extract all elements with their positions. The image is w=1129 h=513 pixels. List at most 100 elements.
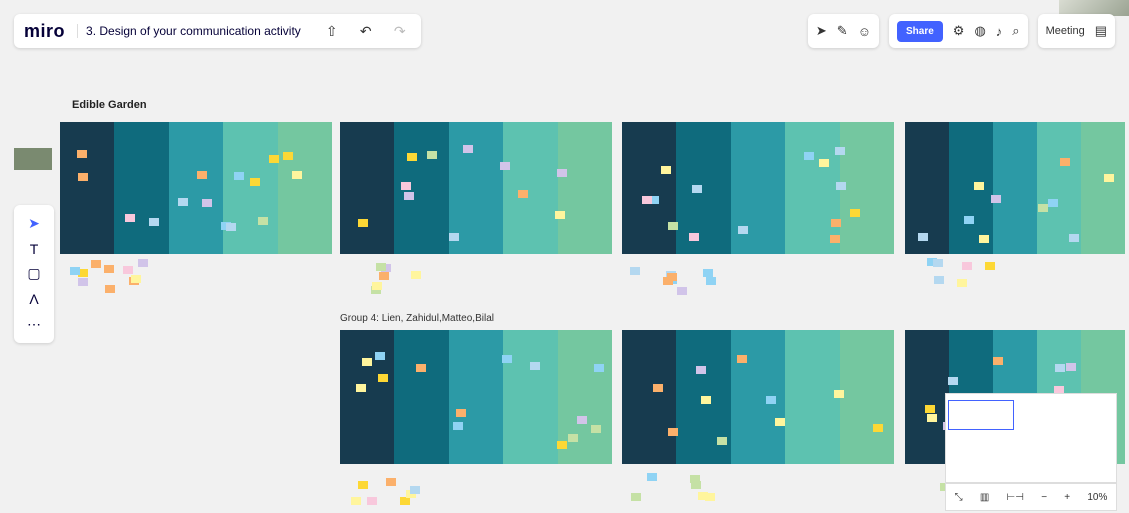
sticky-note[interactable]: [269, 154, 280, 163]
sticky-note[interactable]: [765, 396, 776, 405]
reactions-icon[interactable]: ➤: [816, 23, 827, 39]
meeting-button[interactable]: Meeting: [1046, 25, 1085, 37]
sticky-note[interactable]: [366, 497, 377, 506]
activity-board-frame[interactable]: [905, 122, 1125, 254]
sticky-note[interactable]: [448, 232, 459, 241]
sticky-note[interactable]: [400, 182, 411, 191]
sticky-note[interactable]: [830, 219, 841, 228]
sticky-note[interactable]: [378, 272, 389, 281]
sticky-note[interactable]: [1060, 158, 1071, 167]
sticky-note[interactable]: [104, 284, 115, 293]
sticky-note[interactable]: [1065, 362, 1076, 371]
fit-width-icon[interactable]: ⊢⊣: [1007, 492, 1024, 503]
sticky-note[interactable]: [1068, 234, 1079, 243]
sticky-note[interactable]: [932, 259, 943, 268]
sticky-note[interactable]: [70, 267, 81, 276]
sticky-note[interactable]: [529, 361, 540, 370]
cursor-icon[interactable]: ➤: [28, 215, 40, 232]
sticky-note[interactable]: [1054, 363, 1065, 372]
sticky-note[interactable]: [985, 262, 996, 271]
board-title[interactable]: 3. Design of your communication activity: [77, 24, 309, 38]
sticky-note[interactable]: [78, 278, 89, 287]
sticky-note[interactable]: [130, 275, 141, 284]
sticky-note[interactable]: [357, 480, 368, 489]
sticky-note[interactable]: [462, 145, 473, 154]
sticky-note[interactable]: [689, 232, 700, 241]
sticky-note[interactable]: [407, 153, 418, 162]
sticky-note[interactable]: [804, 151, 815, 160]
sticky-note[interactable]: [593, 363, 604, 372]
sticky-note[interactable]: [646, 472, 657, 481]
sticky-note[interactable]: [518, 190, 529, 199]
sticky-note[interactable]: [630, 492, 641, 501]
activity-board-frame[interactable]: [340, 330, 612, 464]
sticky-note[interactable]: [695, 365, 706, 374]
sticky-note[interactable]: [499, 161, 510, 170]
sticky-note[interactable]: [149, 217, 160, 226]
sticky-note[interactable]: [356, 384, 367, 393]
sticky-note[interactable]: [124, 213, 135, 222]
activity-board-frame[interactable]: [622, 330, 894, 464]
sticky-note[interactable]: [427, 150, 438, 159]
sticky-note[interactable]: [556, 169, 567, 178]
sticky-note[interactable]: [702, 268, 713, 277]
minimap[interactable]: [945, 393, 1117, 483]
sticky-note[interactable]: [358, 218, 369, 227]
emoji-icon[interactable]: ☺: [858, 24, 871, 39]
sticky-note[interactable]: [577, 416, 588, 425]
sticky-note[interactable]: [690, 474, 701, 483]
sticky-note[interactable]: [77, 149, 88, 158]
sticky-note[interactable]: [700, 395, 711, 404]
user-avatar-icon[interactable]: ◍: [974, 23, 985, 39]
sticky-note[interactable]: [973, 181, 984, 190]
sticky-note[interactable]: [934, 276, 945, 285]
map-icon[interactable]: ▥: [980, 492, 989, 503]
sticky-note[interactable]: [404, 192, 415, 201]
undo-icon[interactable]: ↶: [355, 23, 377, 40]
sticky-note[interactable]: [927, 414, 938, 423]
sticky-note[interactable]: [964, 216, 975, 225]
sticky-note[interactable]: [411, 271, 422, 280]
sticky-note[interactable]: [350, 497, 361, 506]
text-icon[interactable]: T: [30, 241, 39, 257]
sticky-note[interactable]: [917, 232, 928, 241]
sticky-note[interactable]: [138, 259, 149, 268]
sticky-note[interactable]: [282, 151, 293, 160]
sticky-note[interactable]: [1104, 173, 1115, 182]
sticky-note[interactable]: [372, 282, 383, 291]
sticky-note[interactable]: [1037, 204, 1048, 213]
activity-board-frame[interactable]: [622, 122, 894, 254]
sticky-note[interactable]: [829, 234, 840, 243]
sticky-note[interactable]: [415, 363, 426, 372]
sticky-note[interactable]: [556, 441, 567, 450]
sticky-note[interactable]: [409, 485, 420, 494]
sticky-note[interactable]: [196, 171, 207, 180]
sticky-note[interactable]: [258, 216, 269, 225]
sticky-note[interactable]: [698, 492, 709, 501]
sticky-note[interactable]: [123, 266, 134, 275]
sticky-note[interactable]: [835, 182, 846, 191]
sticky-note[interactable]: [661, 166, 672, 175]
sticky-note[interactable]: [501, 355, 512, 364]
sticky-note[interactable]: [452, 422, 463, 431]
export-icon[interactable]: ⇧: [321, 23, 343, 40]
miro-logo[interactable]: miro: [24, 21, 65, 42]
sticky-note[interactable]: [677, 287, 688, 296]
pen-icon[interactable]: Ʌ: [29, 291, 38, 307]
sticky-note[interactable]: [835, 147, 846, 156]
notes-icon[interactable]: ▤: [1095, 23, 1107, 39]
sticky-note[interactable]: [630, 267, 641, 276]
sticky-note[interactable]: [234, 171, 245, 180]
sticky-note[interactable]: [962, 262, 973, 271]
sticky-note[interactable]: [250, 178, 261, 187]
sticky-note[interactable]: [178, 197, 189, 206]
sticky-note[interactable]: [292, 171, 303, 180]
sticky-note[interactable]: [91, 259, 102, 268]
activity-board-frame[interactable]: [60, 122, 332, 254]
sticky-note[interactable]: [385, 477, 396, 486]
sticky-note[interactable]: [774, 417, 785, 426]
sticky-note[interactable]: [568, 434, 579, 443]
sticky-note[interactable]: [736, 355, 747, 364]
sticky-note[interactable]: [925, 405, 936, 414]
sticky-note[interactable]: [993, 357, 1004, 366]
